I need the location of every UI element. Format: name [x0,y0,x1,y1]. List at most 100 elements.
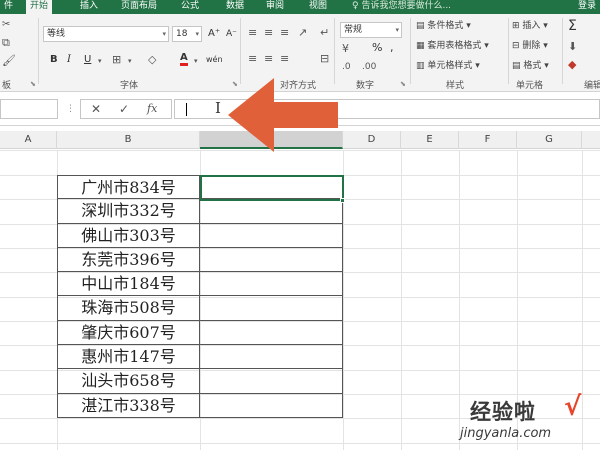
fill-down-icon[interactable]: ⬇ [568,40,577,54]
column-header-e[interactable]: E [401,131,459,149]
shrink-font-button[interactable]: A⁻ [226,26,237,42]
conditional-formatting-button[interactable]: ▤ 条件格式 ▾ [416,18,471,34]
chevron-down-icon[interactable]: ▾ [128,54,132,68]
align-center-icon[interactable]: ≡ [264,52,273,66]
address-cell[interactable]: 中山市184号 [57,272,200,297]
tab-view[interactable]: 视图 [305,0,331,14]
format-painter-icon[interactable]: 🖌 [2,54,16,68]
tell-me-search[interactable]: ♀ 告诉我您想要做什么... [352,0,451,14]
result-cell[interactable] [200,345,343,370]
result-cell[interactable] [200,272,343,297]
watermark-text: 经验啦 [470,400,536,424]
address-cell[interactable]: 珠海市508号 [57,296,200,321]
column-header-b[interactable]: B [57,131,200,149]
bold-button[interactable]: B [50,52,58,68]
group-divider [562,18,563,84]
number-format-select[interactable]: 常规 ▾ [340,22,402,38]
autosum-button[interactable]: Σ [568,18,577,34]
clear-eraser-icon[interactable]: ◆ [568,58,576,72]
align-middle-icon[interactable]: ≡ [264,26,273,40]
delete-cells-button[interactable]: ⊟ 删除 ▾ [512,38,548,54]
orientation-icon[interactable]: ↗ [298,26,307,40]
tab-formulas[interactable]: 公式 [177,0,203,14]
result-cell[interactable] [200,369,343,394]
clipboard-launcher-icon[interactable]: ⬊ [30,80,36,88]
clipboard-group-label: 板 [2,81,12,91]
tab-insert[interactable]: 插入 [76,0,102,14]
percent-button[interactable]: % [372,40,382,56]
tab-file[interactable]: 件 [0,0,17,14]
insert-cells-button[interactable]: ⊞ 插入 ▾ [512,18,548,34]
address-cell[interactable]: 惠州市147号 [57,345,200,370]
cancel-entry-button[interactable]: ✕ [91,101,101,117]
column-header-d[interactable]: D [343,131,401,149]
wrap-text-icon[interactable]: ↵ [320,26,329,40]
name-box[interactable] [0,99,58,119]
group-divider [334,18,335,84]
fill-handle[interactable] [340,198,345,203]
italic-button[interactable]: I [67,52,71,68]
table-row: 佛山市303号 [57,223,343,248]
format-cells-button[interactable]: ▤ 格式 ▾ [512,58,549,74]
tab-page-layout[interactable]: 页面布局 [117,0,161,14]
group-divider [240,18,241,84]
cell-styles-icon: ▥ [416,61,425,71]
formula-bar-splitter-icon[interactable]: ⋮ [66,104,75,114]
address-cell[interactable]: 佛山市303号 [57,223,200,248]
result-cell[interactable] [200,199,343,224]
address-cell[interactable]: 肇庆市607号 [57,320,200,346]
result-cell[interactable] [200,393,343,418]
chevron-down-icon[interactable]: ▾ [194,54,198,68]
number-launcher-icon[interactable]: ⬊ [400,80,406,88]
cells-group-label: 单元格 [516,81,544,91]
result-cell[interactable] [200,320,343,346]
cut-icon[interactable]: ✂ [2,18,10,32]
address-cell[interactable]: 汕头市658号 [57,369,200,394]
annotation-arrow-icon [228,78,338,152]
tab-review[interactable]: 审阅 [262,0,288,14]
align-top-icon[interactable]: ≡ [248,26,257,40]
copy-icon[interactable]: ⧉ [2,36,10,50]
login-link[interactable]: 登录 [578,0,596,14]
table-row: 肇庆市607号 [57,320,343,346]
column-header-a[interactable]: A [0,131,57,149]
address-cell[interactable]: 广州市834号 [57,176,200,201]
font-size-select[interactable]: 18 ▾ [172,26,202,42]
currency-icon[interactable]: ¥ [342,42,349,56]
borders-icon[interactable]: ⊞ [112,53,121,67]
underline-button[interactable]: U [84,52,91,68]
address-cell[interactable]: 东莞市396号 [57,247,200,273]
chevron-down-icon[interactable]: ▾ [98,54,102,68]
increase-decimal-icon[interactable]: .0 [342,60,351,74]
decrease-decimal-icon[interactable]: .00 [362,60,376,74]
align-left-icon[interactable]: ≡ [248,52,257,66]
address-cell[interactable]: 湛江市338号 [57,393,200,418]
chevron-down-icon: ▾ [395,26,399,34]
font-family-select[interactable]: 等线 ▾ [43,26,169,42]
font-family-value: 等线 [47,29,66,39]
enter-entry-button[interactable]: ✓ [119,101,129,117]
cell-styles-button[interactable]: ▥ 单元格样式 ▾ [416,58,480,74]
format-as-table-button[interactable]: ▦ 套用表格格式 ▾ [416,38,489,54]
active-cell-c[interactable] [200,175,344,201]
tab-data[interactable]: 数据 [222,0,248,14]
result-cell[interactable] [200,296,343,321]
phonetic-button[interactable]: wén [206,52,223,68]
font-color-button[interactable]: A [180,51,188,66]
align-bottom-icon[interactable]: ≡ [280,26,289,40]
tab-home[interactable]: 开始 [26,0,53,14]
merge-center-icon[interactable]: ⊟ [320,52,329,66]
column-header-f[interactable]: F [459,131,517,149]
ribbon-tab-bar: 件 开始 插入 页面布局 公式 数据 审阅 视图 ♀ 告诉我您想要做什么... … [0,0,600,14]
result-cell[interactable] [200,223,343,248]
insert-function-button[interactable]: fx [147,101,157,117]
align-right-icon[interactable]: ≡ [280,52,289,66]
cell-styles-label: 单元格样式 [427,61,473,71]
result-cell[interactable] [200,247,343,273]
chevron-down-icon: ▾ [195,30,199,38]
column-header-g[interactable]: G [517,131,582,149]
grow-font-button[interactable]: A⁺ [208,26,220,42]
address-cell[interactable]: 深圳市332号 [57,199,200,224]
fill-color-icon[interactable]: ◇ [148,53,156,67]
comma-button[interactable]: , [390,40,394,56]
